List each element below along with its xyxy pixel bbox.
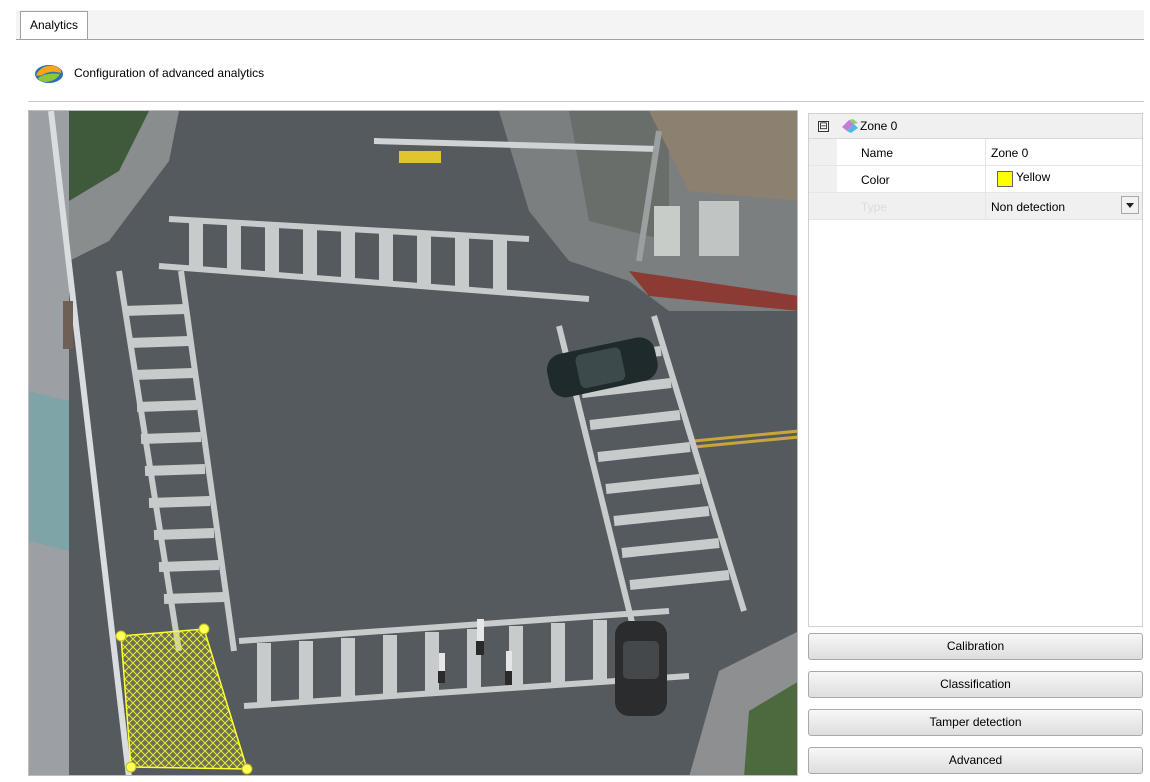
- tamper-detection-button[interactable]: Tamper detection: [808, 709, 1143, 736]
- row-gutter: [809, 193, 837, 219]
- prop-name-value[interactable]: Zone 0: [991, 146, 1028, 160]
- column-divider: [985, 166, 986, 192]
- collapse-icon[interactable]: ⊟: [818, 121, 829, 132]
- tab-strip: Analytics: [16, 10, 1144, 40]
- prop-row-color[interactable]: Color Yellow: [809, 166, 1142, 193]
- prop-row-name[interactable]: Name Zone 0: [809, 139, 1142, 166]
- zone-icon: [842, 119, 858, 133]
- row-gutter: [809, 166, 837, 192]
- page-header: Configuration of advanced analytics: [34, 60, 264, 86]
- classification-button[interactable]: Classification: [808, 671, 1143, 698]
- prop-row-type[interactable]: Type Non detection: [809, 193, 1142, 220]
- row-gutter: [809, 139, 837, 165]
- prop-color-value[interactable]: Yellow: [1016, 170, 1050, 184]
- camera-view[interactable]: [28, 110, 798, 776]
- tab-analytics[interactable]: Analytics: [20, 11, 88, 39]
- prop-color-label: Color: [861, 173, 890, 187]
- category-label: Zone 0: [860, 119, 898, 133]
- column-divider: [985, 139, 986, 165]
- prop-type-value[interactable]: Non detection: [991, 200, 1065, 214]
- page-title: Configuration of advanced analytics: [74, 66, 265, 80]
- property-grid: ⊟ Zone 0 Name Zone 0 Color Yellow Type N…: [808, 113, 1143, 627]
- analytics-logo-icon: [35, 65, 63, 83]
- color-swatch: [997, 171, 1013, 187]
- prop-name-label: Name: [861, 146, 894, 160]
- advanced-button[interactable]: Advanced: [808, 747, 1143, 774]
- column-divider: [985, 193, 986, 219]
- category-zone-0[interactable]: ⊟ Zone 0: [809, 114, 1142, 139]
- calibration-button[interactable]: Calibration: [808, 633, 1143, 660]
- header-divider: [28, 101, 1144, 102]
- camera-view-icon: [29, 111, 797, 775]
- prop-type-label: Type: [861, 200, 888, 214]
- dropdown-arrow-icon[interactable]: [1121, 196, 1139, 214]
